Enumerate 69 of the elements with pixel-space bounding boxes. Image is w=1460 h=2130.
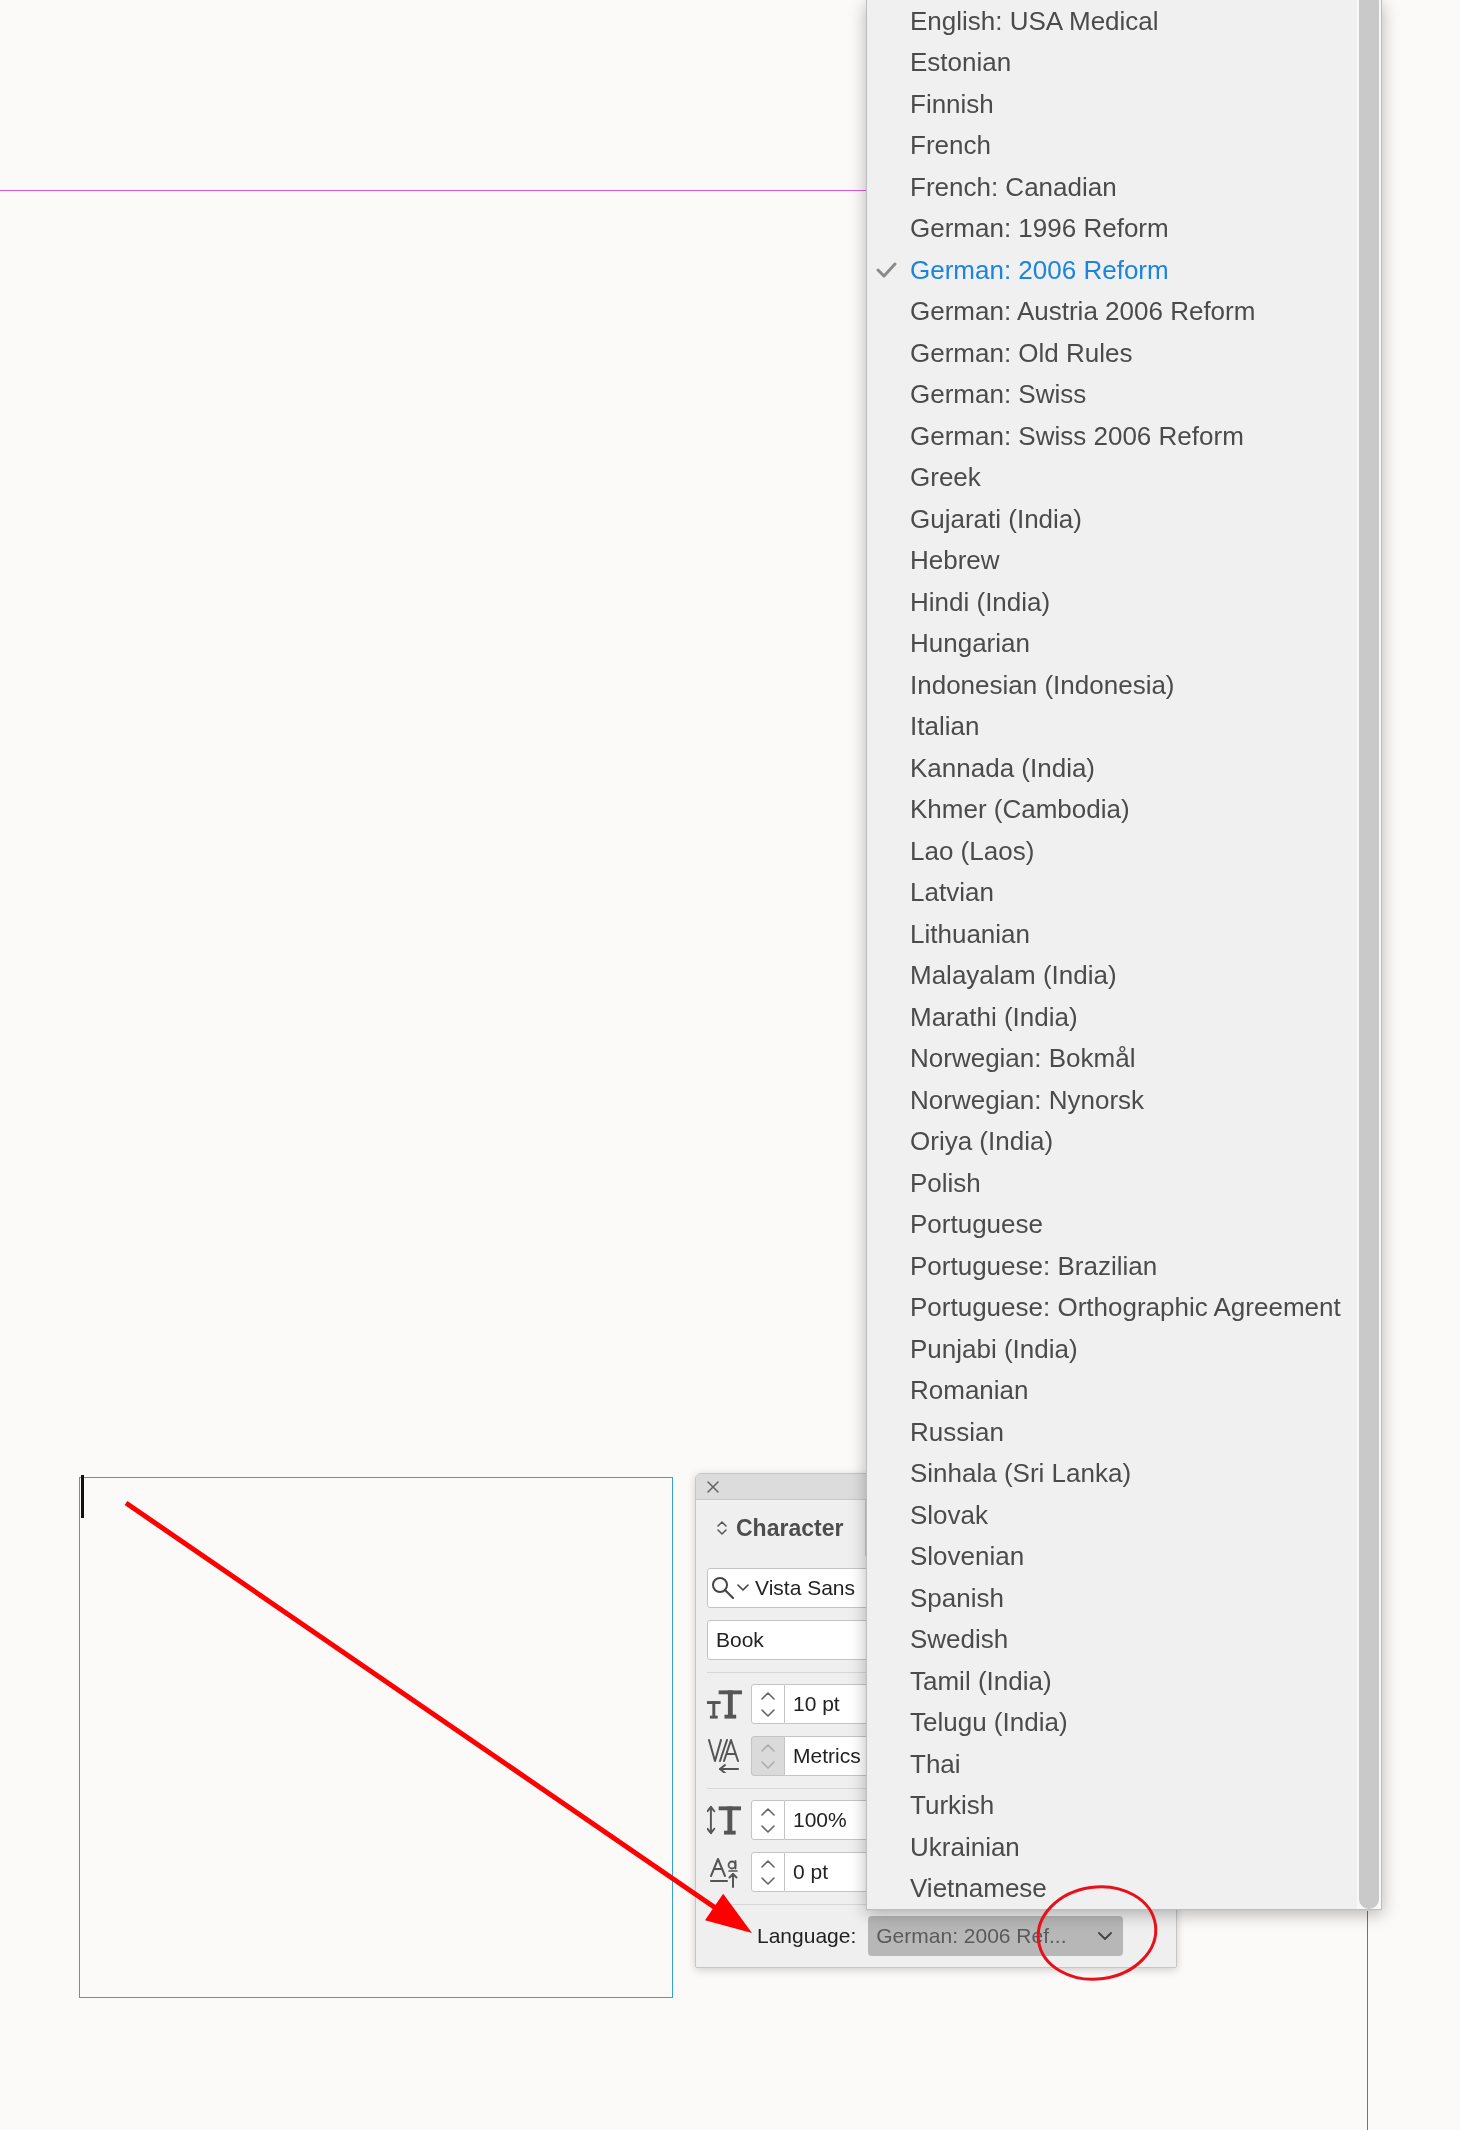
chevron-down-icon bbox=[1098, 1932, 1113, 1940]
menu-item[interactable]: Ukrainian bbox=[867, 1826, 1357, 1868]
menu-item[interactable]: Swedish bbox=[867, 1618, 1357, 1660]
menu-item[interactable]: Romanian bbox=[867, 1369, 1357, 1411]
menu-item[interactable]: Spanish bbox=[867, 1577, 1357, 1619]
menu-item[interactable]: Russian bbox=[867, 1411, 1357, 1453]
menu-item[interactable]: German: Old Rules bbox=[867, 332, 1357, 374]
menu-item[interactable]: Hungarian bbox=[867, 622, 1357, 664]
text-cursor-icon bbox=[81, 1475, 84, 1518]
chevron-up-icon bbox=[761, 1859, 775, 1868]
menu-item[interactable]: Finnish bbox=[867, 83, 1357, 125]
menu-item[interactable]: Slovenian bbox=[867, 1535, 1357, 1577]
menu-item[interactable]: Khmer (Cambodia) bbox=[867, 788, 1357, 830]
menu-item[interactable]: Kannada (India) bbox=[867, 747, 1357, 789]
menu-item[interactable]: Lao (Laos) bbox=[867, 830, 1357, 872]
search-icon bbox=[711, 1576, 735, 1600]
menu-item[interactable]: Hindi (India) bbox=[867, 581, 1357, 623]
menu-item[interactable]: Oriya (India) bbox=[867, 1120, 1357, 1162]
menu-item[interactable]: Vietnamese bbox=[867, 1867, 1357, 1909]
caret-icon bbox=[737, 1584, 749, 1592]
stepper[interactable] bbox=[751, 1800, 785, 1840]
scrollbar-thumb[interactable] bbox=[1359, 0, 1379, 1909]
menu-item[interactable]: Sinhala (Sri Lanka) bbox=[867, 1452, 1357, 1494]
chevron-up-icon bbox=[761, 1691, 775, 1700]
menu-item[interactable]: Turkish bbox=[867, 1784, 1357, 1826]
chevron-down-icon bbox=[761, 1708, 775, 1717]
chevron-up-icon bbox=[761, 1807, 775, 1816]
chevron-down-icon bbox=[761, 1824, 775, 1833]
language-label: Language: bbox=[757, 1924, 857, 1948]
menu-item[interactable]: Polish bbox=[867, 1162, 1357, 1204]
menu-item[interactable]: Telugu (India) bbox=[867, 1701, 1357, 1743]
menu-item[interactable]: Latvian bbox=[867, 871, 1357, 913]
menu-item[interactable]: German: 1996 Reform bbox=[867, 207, 1357, 249]
menu-item[interactable]: Italian bbox=[867, 705, 1357, 747]
menu-item[interactable]: Gujarati (India) bbox=[867, 498, 1357, 540]
updown-chevron-icon bbox=[717, 1520, 727, 1536]
menu-item[interactable]: English: USA Medical bbox=[867, 0, 1357, 42]
menu-item[interactable]: German: Austria 2006 Reform bbox=[867, 290, 1357, 332]
menu-item[interactable]: Tamil (India) bbox=[867, 1660, 1357, 1702]
menu-item[interactable]: Portuguese: Orthographic Agreement bbox=[867, 1286, 1357, 1328]
menu-item[interactable]: Malayalam (India) bbox=[867, 954, 1357, 996]
checkmark-icon bbox=[876, 261, 897, 278]
baseline-shift-icon bbox=[708, 1856, 741, 1888]
stepper[interactable] bbox=[751, 1684, 785, 1724]
close-icon[interactable] bbox=[707, 1480, 719, 1493]
menu-item[interactable]: Indonesian (Indonesia) bbox=[867, 664, 1357, 706]
menu-item[interactable]: Punjabi (India) bbox=[867, 1328, 1357, 1370]
menu-item[interactable]: Marathi (India) bbox=[867, 996, 1357, 1038]
menu-item[interactable]: Hebrew bbox=[867, 539, 1357, 581]
vertical-scale-icon bbox=[707, 1805, 742, 1835]
menu-item[interactable]: French: Canadian bbox=[867, 166, 1357, 208]
chevron-up-icon bbox=[761, 1743, 775, 1752]
menu-item[interactable]: German: Swiss 2006 Reform bbox=[867, 415, 1357, 457]
menu-item[interactable]: Norwegian: Bokmål bbox=[867, 1037, 1357, 1079]
menu-item[interactable]: Slovak bbox=[867, 1494, 1357, 1536]
chevron-down-icon bbox=[761, 1760, 775, 1769]
menu-item[interactable]: Norwegian: Nynorsk bbox=[867, 1079, 1357, 1121]
kerning-icon bbox=[707, 1739, 742, 1773]
stepper[interactable] bbox=[751, 1852, 785, 1892]
menu-item[interactable]: Portuguese: Brazilian bbox=[867, 1245, 1357, 1287]
menu-item[interactable]: Greek bbox=[867, 456, 1357, 498]
menu-item[interactable]: Estonian bbox=[867, 41, 1357, 83]
menu-item[interactable]: Lithuanian bbox=[867, 913, 1357, 955]
menu-item[interactable]: Portuguese bbox=[867, 1203, 1357, 1245]
menu-item[interactable]: French bbox=[867, 124, 1357, 166]
chevron-down-icon bbox=[761, 1876, 775, 1885]
font-size-icon bbox=[707, 1689, 742, 1719]
menu-item[interactable]: German: Swiss bbox=[867, 373, 1357, 415]
menu-item[interactable]: Thai bbox=[867, 1743, 1357, 1785]
